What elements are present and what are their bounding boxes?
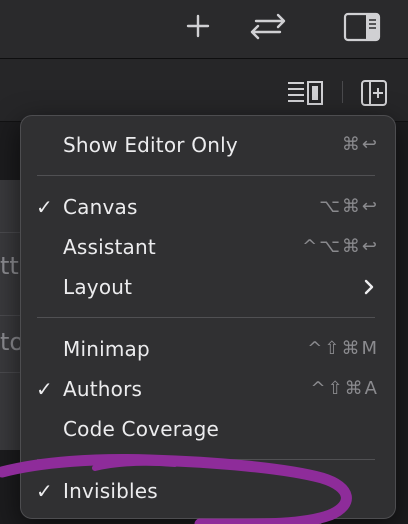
jumpbar-divider — [342, 81, 343, 103]
xcode-window: tt to S A 2021 Show Editor Only ⌘↩ ✓ Can… — [0, 0, 408, 524]
menu-separator — [37, 317, 375, 318]
menu-item-assistant[interactable]: Assistant ^⌥⌘↩ — [21, 227, 395, 267]
menu-item-label: Assistant — [63, 235, 156, 259]
menu-item-label: Canvas — [63, 195, 138, 219]
chevron-right-icon — [363, 279, 375, 299]
checkmark-icon: ✓ — [36, 377, 53, 401]
checkmark-icon: ✓ — [36, 195, 53, 219]
menu-item-layout[interactable]: Layout — [21, 267, 395, 307]
menu-item-label: Minimap — [63, 337, 150, 361]
menu-item-invisibles[interactable]: ✓ Invisibles — [21, 471, 395, 511]
menu-item-shortcut: ^⌥⌘↩ — [302, 236, 379, 257]
menu-item-shortcut: ⌘↩ — [341, 134, 379, 155]
menu-item-label: Show Editor Only — [63, 133, 238, 157]
menu-separator — [37, 175, 375, 176]
add-editor-pane-icon[interactable] — [360, 79, 388, 107]
menu-item-shortcut: ^⇧⌘A — [310, 378, 379, 399]
sidebar-right-icon[interactable] — [343, 12, 381, 42]
editor-lines-icon[interactable] — [286, 80, 326, 106]
menu-item-label: Authors — [63, 377, 143, 401]
menu-item-shortcut: ⌥⌘↩ — [319, 196, 379, 217]
menu-item-label: Code Coverage — [63, 417, 219, 441]
background-text-fragment: tt — [0, 252, 19, 280]
menu-item-code-coverage[interactable]: Code Coverage — [21, 409, 395, 449]
menu-item-shortcut: ^⇧⌘M — [307, 338, 379, 359]
window-toolbar — [0, 0, 408, 58]
editor-options-menu: Show Editor Only ⌘↩ ✓ Canvas ⌥⌘↩ Assista… — [20, 115, 396, 519]
plus-icon[interactable] — [186, 14, 210, 38]
menu-item-authors[interactable]: ✓ Authors ^⇧⌘A — [21, 369, 395, 409]
menu-item-minimap[interactable]: Minimap ^⇧⌘M — [21, 329, 395, 369]
menu-separator — [37, 459, 375, 460]
editor-jump-bar — [0, 59, 408, 122]
menu-item-label: Layout — [63, 275, 133, 299]
arrows-left-right-icon[interactable] — [248, 12, 288, 40]
checkmark-icon: ✓ — [36, 479, 53, 503]
menu-item-label: Invisibles — [63, 479, 158, 503]
menu-item-canvas[interactable]: ✓ Canvas ⌥⌘↩ — [21, 187, 395, 227]
menu-item-show-editor-only[interactable]: Show Editor Only ⌘↩ — [21, 125, 395, 165]
